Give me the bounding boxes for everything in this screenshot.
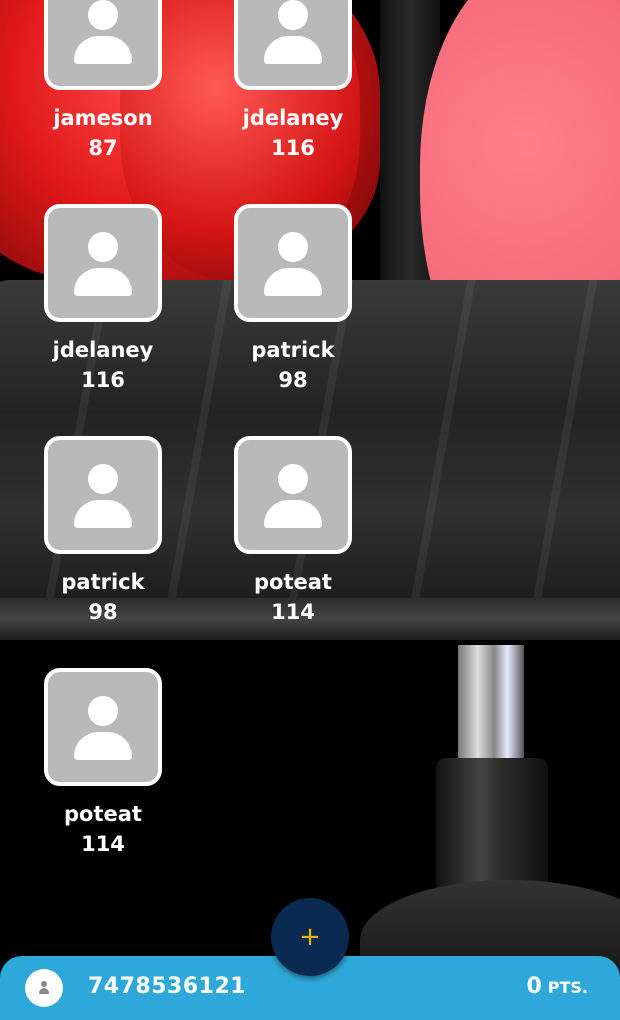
player-score: 98 xyxy=(88,600,118,624)
add-button[interactable]: + xyxy=(271,898,349,976)
player-score: 98 xyxy=(278,368,308,392)
person-icon xyxy=(88,232,118,262)
player-card[interactable]: patrick 98 xyxy=(40,436,166,624)
person-icon xyxy=(278,232,308,262)
person-icon xyxy=(88,696,118,726)
user-icon[interactable] xyxy=(25,969,63,1007)
player-score: 114 xyxy=(271,600,315,624)
avatar[interactable] xyxy=(234,204,352,322)
player-card[interactable]: poteat 114 xyxy=(230,436,356,624)
player-score: 87 xyxy=(88,136,118,160)
player-name: jdelaney xyxy=(52,338,154,362)
avatar[interactable] xyxy=(44,436,162,554)
player-name: patrick xyxy=(61,570,145,594)
player-card[interactable]: patrick 98 xyxy=(230,204,356,392)
points-value: 0 xyxy=(526,974,542,999)
player-name: poteat xyxy=(64,802,142,826)
points-display: 0 PTS. xyxy=(526,974,588,999)
player-name: jdelaney xyxy=(242,106,344,130)
avatar[interactable] xyxy=(44,668,162,786)
avatar[interactable] xyxy=(234,0,352,90)
points-label: PTS. xyxy=(547,978,588,997)
player-name: poteat xyxy=(254,570,332,594)
person-icon xyxy=(278,464,308,494)
avatar[interactable] xyxy=(44,0,162,90)
person-icon xyxy=(88,464,118,494)
avatar[interactable] xyxy=(234,436,352,554)
user-phone: 7478536121 xyxy=(88,974,247,999)
person-icon xyxy=(88,0,118,30)
player-score: 114 xyxy=(81,832,125,856)
player-name: jameson xyxy=(53,106,153,130)
player-score: 116 xyxy=(271,136,315,160)
plus-icon: + xyxy=(299,922,321,952)
player-card[interactable]: poteat 114 xyxy=(40,668,166,856)
person-icon xyxy=(278,0,308,30)
player-name: patrick xyxy=(251,338,335,362)
avatar[interactable] xyxy=(44,204,162,322)
player-card[interactable]: jdelaney 116 xyxy=(230,0,356,160)
player-card[interactable]: jdelaney 116 xyxy=(40,204,166,392)
player-card[interactable]: jameson 87 xyxy=(40,0,166,160)
player-score: 116 xyxy=(81,368,125,392)
